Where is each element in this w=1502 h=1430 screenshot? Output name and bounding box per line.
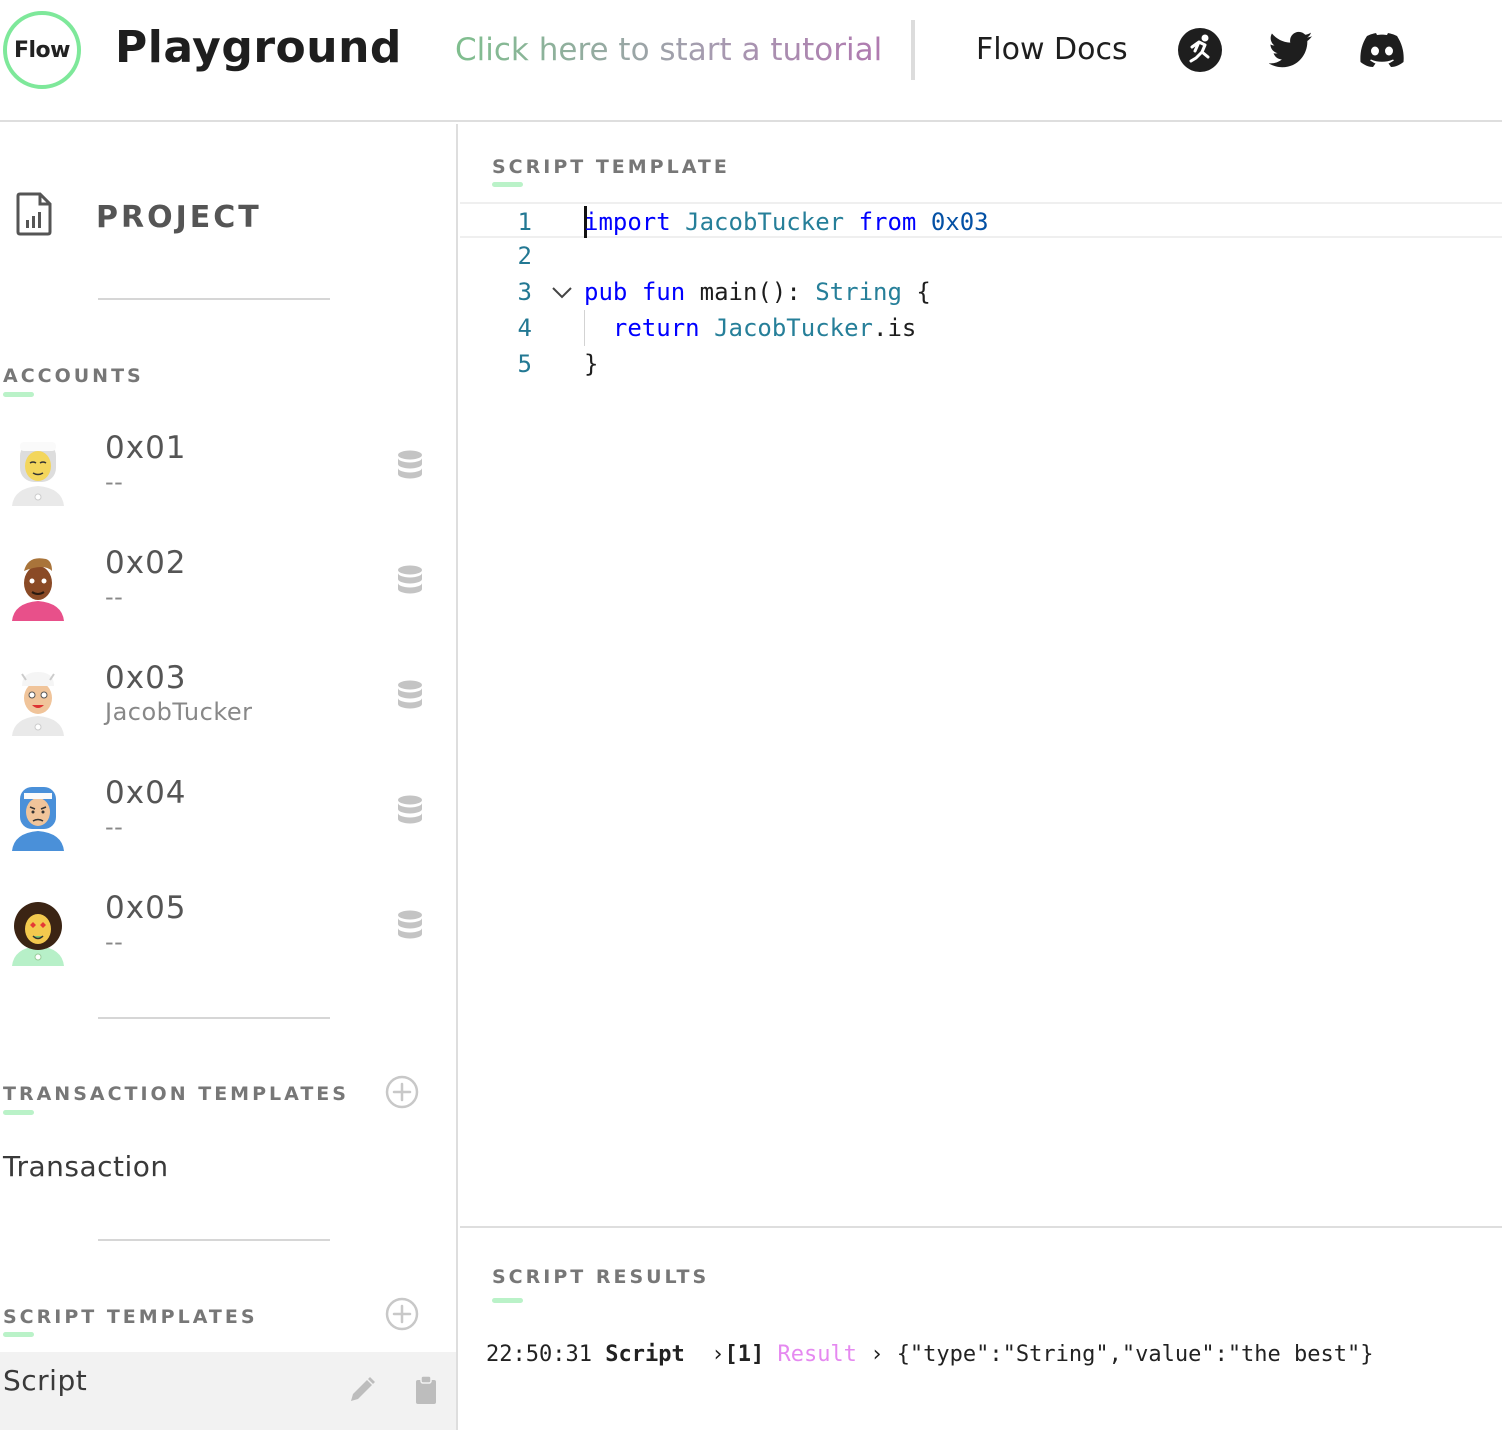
script-template-item-selected[interactable]: Script: [0, 1352, 456, 1430]
code-text: return JacobTucker.is: [612, 314, 917, 342]
account-item-0x01[interactable]: 0x01 --: [0, 430, 456, 548]
script-templates-heading: SCRIPT TEMPLATES: [3, 1306, 258, 1328]
storage-icon[interactable]: [396, 680, 424, 714]
add-script-button[interactable]: [385, 1297, 419, 1331]
storage-icon[interactable]: [396, 795, 424, 829]
transaction-templates-underline: [3, 1110, 34, 1115]
account-name: --: [105, 468, 124, 496]
code-line-4[interactable]: 4 return JacobTucker.is: [460, 310, 1502, 346]
account-address: 0x01: [105, 430, 187, 466]
script-template-heading: SCRIPT TEMPLATE: [492, 156, 730, 178]
account-avatar: [12, 442, 64, 506]
code-line-1[interactable]: 1 import JacobTucker from 0x03: [460, 202, 1502, 238]
account-avatar: [12, 902, 64, 966]
line-number: 5: [517, 350, 532, 378]
account-name: --: [105, 813, 124, 841]
header-divider: [911, 20, 915, 80]
accounts-underline: [3, 392, 34, 397]
result-index: [1]: [724, 1342, 765, 1367]
project-sidebar: PROJECT ACCOUNTS 0x01 -- 0x02 -- 0x03 Ja…: [0, 124, 458, 1430]
flow-docs-link[interactable]: Flow Docs: [976, 32, 1128, 67]
account-item-0x02[interactable]: 0x02 --: [0, 545, 456, 663]
twitter-icon[interactable]: [1267, 26, 1315, 74]
sidebar-divider: [98, 298, 330, 300]
forum-runner-icon[interactable]: [1176, 26, 1224, 74]
account-name: --: [105, 583, 124, 611]
script-results-underline: [492, 1298, 523, 1303]
account-name: --: [105, 928, 124, 956]
code-text: pub fun main(): String {: [584, 278, 931, 306]
account-item-0x05[interactable]: 0x05 --: [0, 890, 456, 1008]
edit-pencil-icon[interactable]: [346, 1374, 378, 1406]
result-source: Script: [605, 1342, 685, 1367]
account-avatar: [12, 787, 64, 851]
line-number: 4: [517, 314, 532, 342]
result-time: 22:50:31: [486, 1342, 592, 1367]
script-results-heading: SCRIPT RESULTS: [492, 1266, 710, 1288]
script-template-underline: [492, 182, 523, 187]
line-number: 2: [517, 242, 532, 270]
script-templates-underline: [3, 1332, 34, 1337]
account-address: 0x03: [105, 660, 187, 696]
sidebar-divider: [98, 1017, 330, 1019]
code-editor-pane: SCRIPT TEMPLATE 1 import JacobTucker fro…: [460, 124, 1502, 1226]
account-address: 0x05: [105, 890, 187, 926]
account-name: JacobTucker: [105, 698, 253, 726]
account-avatar: [12, 558, 64, 621]
account-item-0x03[interactable]: 0x03 JacobTucker: [0, 660, 456, 778]
flow-logo[interactable]: Flow: [3, 11, 81, 89]
fold-chevron-down-icon[interactable]: [550, 284, 574, 302]
app-title: Playground: [115, 22, 402, 73]
script-template-label: Script: [3, 1364, 88, 1397]
storage-icon[interactable]: [396, 450, 424, 484]
top-header: Flow Playground Click here to start a tu…: [0, 0, 1502, 122]
transaction-template-item[interactable]: Transaction: [3, 1150, 169, 1183]
transaction-templates-heading: TRANSACTION TEMPLATES: [3, 1083, 349, 1105]
result-log-entry: 22:50:31 Script ›[1] Result › {"type":"S…: [486, 1342, 1374, 1367]
account-item-0x04[interactable]: 0x04 --: [0, 775, 456, 893]
project-file-icon: [16, 192, 52, 236]
chevron-right-icon: ›: [870, 1342, 884, 1367]
tutorial-link[interactable]: Click here to start a tutorial: [455, 32, 882, 68]
code-text: import JacobTucker from 0x03: [584, 208, 989, 236]
code-text: }: [584, 350, 599, 378]
account-address: 0x04: [105, 775, 187, 811]
line-number: 3: [517, 278, 532, 306]
add-transaction-button[interactable]: [385, 1075, 419, 1109]
code-line-2[interactable]: 2: [460, 238, 1502, 274]
result-value: {"type":"String","value":"the best"}: [896, 1342, 1374, 1367]
code-line-5[interactable]: 5 }: [460, 346, 1502, 382]
line-number: 1: [517, 208, 532, 236]
code-line-3[interactable]: 3 pub fun main(): String {: [460, 274, 1502, 310]
storage-icon[interactable]: [396, 565, 424, 599]
discord-icon[interactable]: [1358, 26, 1406, 74]
project-title[interactable]: PROJECT: [96, 200, 262, 235]
result-kind: Result: [777, 1342, 857, 1367]
chevron-right-icon: ›: [711, 1342, 725, 1367]
account-avatar: [12, 672, 64, 736]
clipboard-icon[interactable]: [410, 1374, 442, 1406]
script-results-pane: SCRIPT RESULTS 22:50:31 Script ›[1] Resu…: [460, 1226, 1502, 1430]
account-address: 0x02: [105, 545, 187, 581]
storage-icon[interactable]: [396, 910, 424, 944]
sidebar-divider: [98, 1239, 330, 1241]
accounts-heading: ACCOUNTS: [3, 365, 144, 387]
